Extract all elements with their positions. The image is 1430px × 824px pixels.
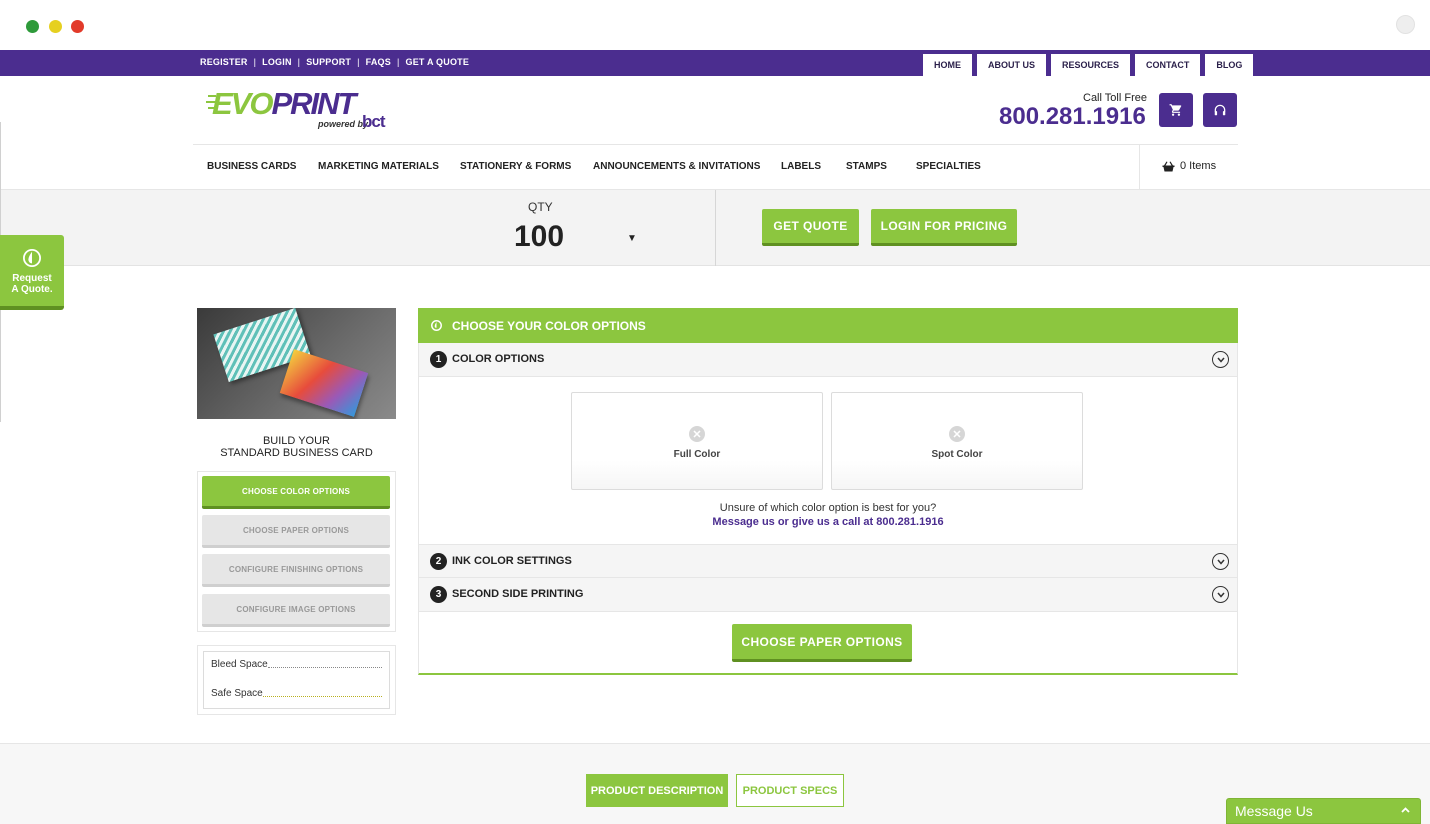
section-title: INK COLOR SETTINGS <box>452 555 572 567</box>
nav-stationery-forms[interactable]: STATIONERY & FORMS <box>460 161 571 172</box>
close-icon: ✕ <box>949 426 965 442</box>
logo-print: PRINT <box>271 86 356 121</box>
section-second-side-printing[interactable]: 3 SECOND SIDE PRINTING <box>419 578 1237 612</box>
request-quote-label: Request A Quote. <box>0 273 64 295</box>
chevron-down-icon[interactable] <box>1212 351 1229 368</box>
faqs-link[interactable]: FAQS <box>366 57 391 67</box>
qty-select[interactable]: 100 <box>514 220 564 254</box>
unsure-text: Unsure of which color option is best for… <box>719 502 937 514</box>
nav-specialties[interactable]: SPECIALTIES <box>916 161 981 172</box>
login-link[interactable]: LOGIN <box>262 57 292 67</box>
tab-about-us[interactable]: ABOUT US <box>977 54 1046 76</box>
ink-drop-icon <box>431 320 442 331</box>
logo-wordmark: EVOPRINT <box>212 86 356 122</box>
nav-labels[interactable]: LABELS <box>781 161 821 172</box>
section-title: COLOR OPTIONS <box>452 353 545 365</box>
logo-evo: EVO <box>212 86 273 121</box>
section-ink-color-settings[interactable]: 2 INK COLOR SETTINGS <box>419 544 1237 578</box>
tab-home[interactable]: HOME <box>923 54 972 76</box>
step-configure-finishing-options[interactable]: CONFIGURE FINISHING OPTIONS <box>202 554 390 587</box>
nav-announcements-invitations[interactable]: ANNOUNCEMENTS & INVITATIONS <box>593 161 760 172</box>
option-spot-color[interactable]: ✕ Spot Color <box>831 392 1083 490</box>
section-number: 1 <box>430 351 447 368</box>
separator: | <box>297 57 301 67</box>
window-control[interactable] <box>1396 15 1415 34</box>
logo-bct: bct <box>362 112 385 131</box>
chevron-up-icon[interactable] <box>1401 807 1410 813</box>
qty-label: QTY <box>528 200 553 214</box>
tab-product-specs[interactable]: PRODUCT SPECS <box>736 774 844 807</box>
bleed-space-label: Bleed Space <box>211 659 268 670</box>
section-number: 3 <box>430 586 447 603</box>
panel-header: CHOOSE YOUR COLOR OPTIONS <box>418 308 1238 343</box>
step-choose-paper-options[interactable]: CHOOSE PAPER OPTIONS <box>202 515 390 548</box>
phone-number[interactable]: 800.281.1916 <box>999 103 1146 131</box>
request-quote-tab[interactable]: Request A Quote. <box>0 235 64 310</box>
step-choose-color-options[interactable]: CHOOSE COLOR OPTIONS <box>202 476 390 509</box>
support-link[interactable]: SUPPORT <box>306 57 351 67</box>
contact-link[interactable]: Message us or give us a call at 800.281.… <box>419 516 1237 528</box>
request-line: Request <box>12 273 52 284</box>
section-number: 2 <box>430 553 447 570</box>
register-link[interactable]: REGISTER <box>200 57 248 67</box>
step-configure-image-options[interactable]: CONFIGURE IMAGE OPTIONS <box>202 594 390 627</box>
ink-drop-icon <box>23 249 41 267</box>
window-dot-red[interactable] <box>71 20 84 33</box>
build-title: BUILD YOUR STANDARD BUSINESS CARD <box>197 435 396 459</box>
window-titlebar <box>0 0 1430 50</box>
section-color-options[interactable]: 1 COLOR OPTIONS <box>419 343 1237 377</box>
headset-icon <box>1214 104 1226 116</box>
nav-stamps[interactable]: STAMPS <box>846 161 887 172</box>
support-button[interactable] <box>1203 93 1237 127</box>
close-icon: ✕ <box>689 426 705 442</box>
request-line: A Quote. <box>11 284 53 295</box>
window-dot-yellow[interactable] <box>49 20 62 33</box>
choose-paper-options-button[interactable]: CHOOSE PAPER OPTIONS <box>732 624 912 662</box>
message-us-label: Message Us <box>1235 803 1313 819</box>
product-image <box>197 308 396 419</box>
tab-product-description[interactable]: PRODUCT DESCRIPTION <box>586 774 728 807</box>
window-dot-green[interactable] <box>26 20 39 33</box>
tab-contact[interactable]: CONTACT <box>1135 54 1201 76</box>
cart-icon <box>1169 104 1182 116</box>
panel-title: CHOOSE YOUR COLOR OPTIONS <box>452 318 646 333</box>
top-utility-links: REGISTER | LOGIN | SUPPORT | FAQS | GET A QU… <box>200 57 469 67</box>
separator: | <box>396 57 400 67</box>
bleed-space-line <box>268 667 382 668</box>
basket-icon <box>1162 161 1175 171</box>
logo-powered-by: powered by <box>318 119 369 129</box>
build-title-line: BUILD YOUR <box>262 435 331 447</box>
section-title: SECOND SIDE PRINTING <box>452 588 584 600</box>
get-a-quote-link[interactable]: GET A QUOTE <box>406 57 470 67</box>
separator: | <box>253 57 257 67</box>
option-label: Spot Color <box>931 449 983 460</box>
tab-resources[interactable]: RESOURCES <box>1051 54 1131 76</box>
tab-blog[interactable]: BLOG <box>1205 54 1254 76</box>
message-us-widget[interactable]: Message Us <box>1226 798 1421 824</box>
separator: | <box>357 57 360 67</box>
safe-space-label: Safe Space <box>211 688 263 699</box>
nav-separator <box>1139 145 1140 189</box>
option-full-color[interactable]: ✕ Full Color <box>571 392 823 490</box>
build-title-line: STANDARD BUSINESS CARD <box>220 447 373 459</box>
get-quote-button[interactable]: GET QUOTE <box>762 209 859 246</box>
login-for-pricing-button[interactable]: LOGIN FOR PRICING <box>871 209 1017 246</box>
option-label: Full Color <box>673 449 721 460</box>
chevron-down-icon[interactable]: ▼ <box>627 233 637 244</box>
safe-space-line <box>263 696 382 697</box>
cart-summary[interactable]: 0 Items <box>1162 160 1216 172</box>
nav-business-cards[interactable]: BUSINESS CARDS <box>207 161 296 172</box>
top-tabs: HOME ABOUT US RESOURCES CONTACT BLOG <box>923 54 1254 76</box>
card-image-colorful <box>279 349 369 417</box>
quantity-divider <box>715 190 716 266</box>
chevron-down-icon[interactable] <box>1212 586 1229 603</box>
cart-items-count: 0 Items <box>1180 160 1217 172</box>
cart-button[interactable] <box>1159 93 1193 127</box>
nav-marketing-materials[interactable]: MARKETING MATERIALS <box>318 161 439 172</box>
chevron-down-icon[interactable] <box>1212 553 1229 570</box>
